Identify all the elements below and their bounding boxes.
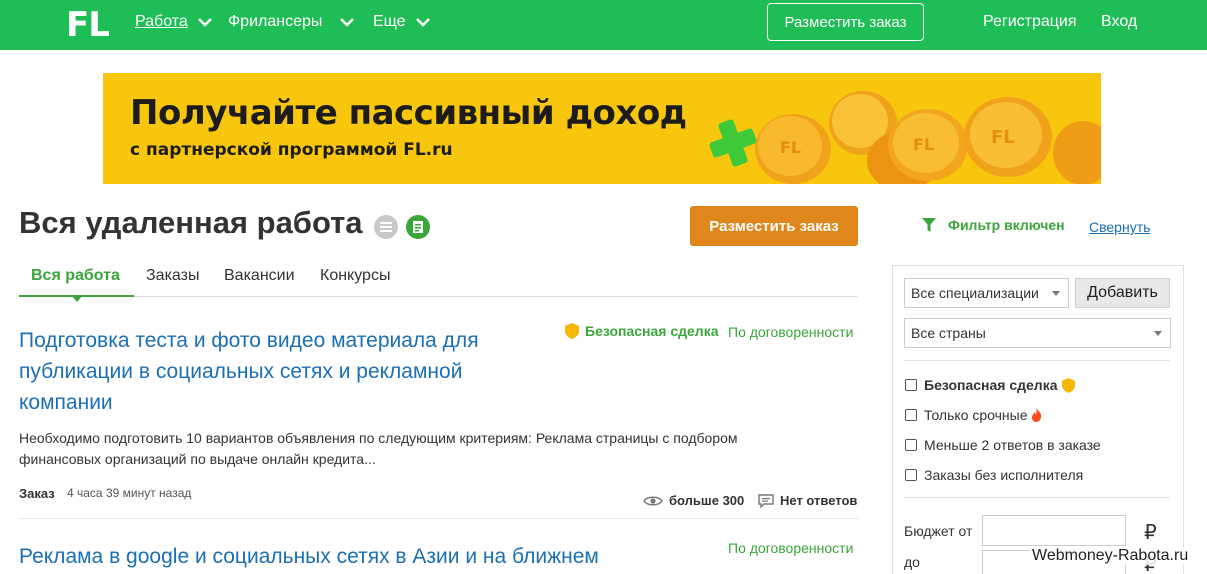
active-tab-notch — [72, 296, 82, 302]
chevron-down-icon — [340, 18, 355, 27]
register-link[interactable]: Регистрация — [983, 13, 1077, 31]
budget-to-label: до — [904, 554, 920, 570]
job-price: По договоренности — [728, 324, 854, 340]
svg-text:FL: FL — [780, 138, 801, 157]
specialization-select[interactable]: Все специализации — [904, 278, 1069, 308]
login-link[interactable]: Вход — [1101, 13, 1137, 31]
nav-more-label: Еще — [373, 13, 406, 30]
filter-divider — [904, 360, 1170, 361]
page-title: Вся удаленная работа — [19, 205, 363, 240]
tab-orders[interactable]: Заказы — [146, 267, 199, 285]
safe-deal-checkbox-label: Безопасная сделка — [924, 377, 1058, 393]
job-type: Заказ — [19, 486, 55, 501]
checkbox[interactable] — [905, 439, 917, 451]
fl-logo[interactable]: FL — [66, 5, 110, 45]
urgent-checkbox[interactable]: Только срочные — [905, 407, 1042, 423]
post-order-header-button[interactable]: Разместить заказ — [767, 3, 924, 41]
filter-status: Фильтр включен — [922, 217, 1065, 233]
country-value: Все страны — [911, 325, 986, 341]
safe-deal-label: Безопасная сделка — [585, 323, 719, 339]
views-count: больше 300 — [669, 493, 745, 508]
nav-freelancers[interactable]: Фрилансеры — [228, 13, 355, 31]
few-answers-checkbox-label: Меньше 2 ответов в заказе — [924, 437, 1101, 453]
country-select[interactable]: Все страны — [904, 318, 1171, 348]
caret-down-icon — [1154, 331, 1162, 336]
checkbox[interactable] — [905, 379, 917, 391]
budget-from-label: Бюджет от — [904, 523, 973, 539]
banner-headline: Получайте пассивный доход — [130, 93, 687, 133]
filter-divider — [904, 497, 1170, 498]
fire-icon — [1031, 408, 1041, 422]
no-executor-checkbox-label: Заказы без исполнителя — [924, 467, 1084, 483]
banner-subline: с партнерской программой FL.ru — [130, 140, 453, 160]
rss-feed-icon[interactable] — [406, 215, 430, 239]
shield-icon — [1061, 377, 1075, 393]
chevron-down-icon — [197, 18, 212, 27]
checkbox[interactable] — [905, 469, 917, 481]
safe-deal-badge: Безопасная сделка — [565, 323, 719, 339]
tab-contests[interactable]: Конкурсы — [320, 267, 390, 285]
tabs-divider — [19, 296, 858, 297]
job-title-link[interactable]: Реклама в google и социальных сетях в Аз… — [19, 541, 659, 572]
ruble-icon: ₽ — [1144, 522, 1157, 544]
funnel-icon — [922, 218, 936, 232]
nav-freelancers-label: Фрилансеры — [228, 13, 323, 30]
job-answers: Нет ответов — [758, 493, 857, 508]
add-specialization-button[interactable]: Добавить — [1075, 278, 1170, 308]
watermark: Webmoney-Rabota.ru — [1030, 547, 1191, 565]
nav-work[interactable]: Работа — [135, 13, 213, 31]
answers-count: Нет ответов — [780, 493, 858, 508]
comment-icon — [758, 493, 774, 508]
coins-illustration: FL FL FL — [709, 91, 1101, 184]
nav-more[interactable]: Еще — [373, 13, 431, 31]
few-answers-checkbox[interactable]: Меньше 2 ответов в заказе — [905, 437, 1101, 453]
svg-text:FL: FL — [991, 127, 1015, 148]
checkbox[interactable] — [905, 409, 917, 421]
svg-text:FL: FL — [913, 135, 934, 154]
promo-banner[interactable]: Получайте пассивный доход с партнерской … — [103, 73, 1101, 184]
job-title-link[interactable]: Подготовка теста и фото видео материала … — [19, 325, 539, 418]
plus-icon — [709, 119, 757, 167]
budget-from-input[interactable] — [982, 515, 1126, 546]
caret-down-icon — [1052, 291, 1060, 296]
no-executor-checkbox[interactable]: Заказы без исполнителя — [905, 467, 1083, 483]
job-description: Необходимо подготовить 10 вариантов объя… — [19, 430, 738, 467]
tab-vacancies[interactable]: Вакансии — [224, 267, 295, 285]
shield-icon — [565, 323, 579, 339]
listing-divider — [19, 518, 858, 519]
top-navbar: FL Работа Фрилансеры Еще Разместить зака… — [0, 0, 1207, 50]
specialization-value: Все специализации — [911, 285, 1039, 301]
job-price: По договоренности — [728, 540, 854, 556]
safe-deal-checkbox[interactable]: Безопасная сделка — [905, 377, 1075, 393]
job-views: больше 300 — [643, 493, 744, 508]
collapse-filter-link[interactable]: Свернуть — [1089, 219, 1150, 235]
filter-status-label: Фильтр включен — [948, 217, 1065, 233]
tab-all-work[interactable]: Вся работа — [31, 267, 120, 285]
eye-icon — [643, 496, 663, 505]
urgent-checkbox-label: Только срочные — [924, 407, 1028, 423]
job-posted-time: 4 часа 39 минут назад — [67, 486, 192, 500]
chevron-down-icon — [415, 18, 430, 27]
list-view-icon[interactable] — [374, 215, 398, 239]
nav-work-label: Работа — [135, 13, 188, 30]
post-order-button[interactable]: Разместить заказ — [690, 206, 858, 246]
